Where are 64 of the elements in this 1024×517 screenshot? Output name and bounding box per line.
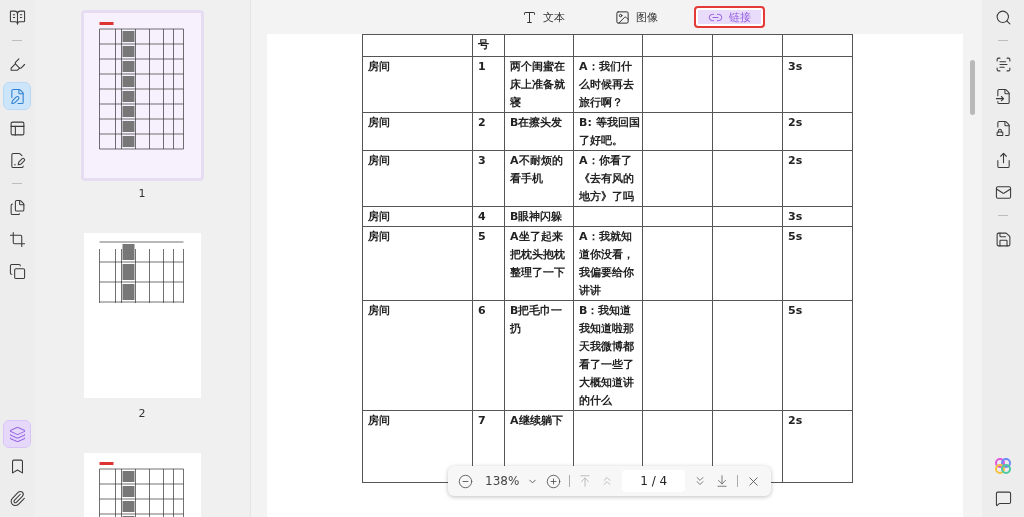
table-cell: B：我知道我知道啦那天我微博都看了一些了大概知道讲的什么 (573, 300, 643, 411)
table-cell: 2 (472, 112, 505, 151)
table-cell: A：我们什么时候再去旅行啊？ (573, 56, 643, 113)
table-cell: 3s (782, 56, 853, 113)
scrollbar-thumb[interactable] (969, 60, 975, 115)
table-cell: B在擦头发 (504, 112, 574, 151)
table-cell: 5 (472, 226, 505, 301)
table-cell: 2s (782, 150, 853, 207)
table-cell: 2s (782, 410, 853, 483)
table-cell: 2s (782, 112, 853, 151)
table-cell: A：你看了《去有风的地方》了吗 (573, 150, 643, 207)
table-cell: B把毛巾一扔 (504, 300, 574, 411)
layers-icon (8, 425, 26, 443)
scan-text-icon (994, 55, 1012, 73)
table-cell: 房间 (362, 300, 473, 411)
table-cell: B眼神闪躲 (504, 206, 574, 227)
table-cell: A坐了起来把枕头抱枕整理了一下 (504, 226, 574, 301)
save-icon (994, 230, 1012, 248)
table-cell: 两个闺蜜在床上准备就寝 (504, 56, 574, 113)
book-icon (8, 8, 26, 26)
page-number: 1 (138, 187, 146, 200)
edit-document-button[interactable] (4, 83, 30, 109)
zoom-in-icon[interactable] (546, 473, 562, 489)
table-cell: A：我就知道你没看，我偏要给你讲讲 (573, 226, 643, 301)
edit-document-icon (8, 87, 26, 105)
page-thumbnail[interactable] (80, 10, 204, 181)
toolbar-tab[interactable]: 文本 (508, 6, 579, 28)
share-icon (994, 151, 1012, 169)
form-icon (8, 119, 26, 137)
table-cell: B: 等我回国了好吧。 (573, 112, 643, 151)
image-icon (615, 9, 630, 25)
text-icon (522, 9, 537, 25)
table-cell: 房间 (362, 206, 473, 227)
mail-icon (994, 183, 1012, 201)
table-cell: 房间 (362, 112, 473, 151)
crop-icon (8, 230, 26, 248)
table-cell: 3 (472, 150, 505, 207)
table-cell: 5s (782, 226, 853, 301)
copy-icon (8, 262, 26, 280)
lock-document-icon (994, 119, 1012, 137)
highlighter-icon (8, 55, 26, 73)
table-cell: 3s (782, 206, 853, 227)
zoom-out-icon[interactable] (458, 473, 473, 489)
table-cell: 4 (472, 206, 505, 227)
table-cell: 号 (472, 34, 505, 57)
layers-button[interactable] (4, 421, 30, 447)
table-cell: 6 (472, 300, 505, 411)
convert-document-icon (994, 87, 1012, 105)
comment-icon (994, 489, 1012, 507)
sign-document-icon (8, 151, 26, 169)
table-cell: A不耐烦的看手机 (504, 150, 574, 207)
page-field[interactable]: 1 / 4 (622, 470, 686, 492)
last-page-icon[interactable] (715, 474, 730, 488)
pages-icon (8, 198, 26, 216)
paperclip-icon (8, 489, 26, 507)
page-number: 2 (138, 407, 146, 420)
search-icon (994, 8, 1012, 26)
table-cell: 房间 (362, 150, 473, 207)
table-cell: 1 (472, 56, 505, 113)
table-cell: 5s (782, 300, 853, 411)
toolbar-tab[interactable]: 图像 (601, 6, 672, 28)
clover-icon (994, 457, 1012, 475)
table-cell: 房间 (362, 56, 473, 113)
table-cell: 房间 (362, 226, 473, 301)
